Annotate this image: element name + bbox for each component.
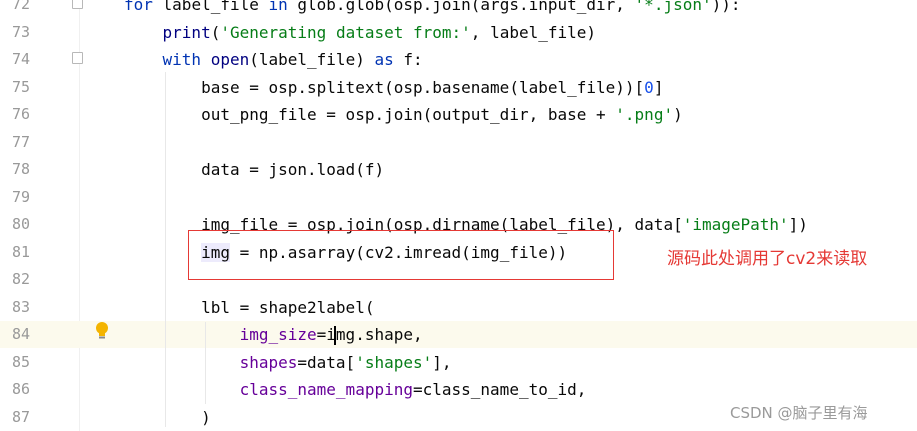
line-number: 76 xyxy=(11,105,30,123)
code-token: glob.glob(osp.join(args.input_dir, xyxy=(287,0,635,14)
line-number: 78 xyxy=(11,160,30,178)
code-token: '*.json' xyxy=(634,0,712,14)
annotation-note: 源码此处调用了cv2来读取 xyxy=(667,249,868,269)
lightbulb-icon[interactable] xyxy=(94,321,110,341)
line-number: 74 xyxy=(11,50,30,68)
fold-marker-icon[interactable] xyxy=(72,0,83,9)
code-token: data = json.load(f) xyxy=(124,160,385,179)
indent-guide xyxy=(205,322,206,404)
line-number: 84 xyxy=(11,325,30,343)
code-line[interactable]: 83 lbl = shape2label( xyxy=(0,294,917,321)
code-text[interactable]: base = osp.splitext(osp.basename(label_f… xyxy=(124,74,663,101)
code-text[interactable]: out_png_file = osp.join(output_dir, base… xyxy=(124,101,683,128)
line-number: 79 xyxy=(11,187,30,206)
code-token: ]) xyxy=(788,215,808,234)
highlight-box xyxy=(188,230,614,280)
code-text[interactable]: shapes=data['shapes'], xyxy=(124,349,452,376)
code-token: out_png_file = osp.join(output_dir, base… xyxy=(124,105,616,124)
code-token: , label_file) xyxy=(470,22,597,42)
code-token: ], xyxy=(432,352,452,372)
code-token: shapes xyxy=(239,352,298,372)
line-number: 72 xyxy=(11,0,30,13)
code-token: =img.shape, xyxy=(316,325,423,344)
code-line[interactable]: 85 shapes=data['shapes'], xyxy=(0,349,917,376)
code-token: 'imagePath' xyxy=(682,215,789,234)
code-token: in xyxy=(268,0,288,14)
code-token: 0 xyxy=(644,77,654,97)
line-number: 81 xyxy=(11,242,30,261)
code-token: )): xyxy=(711,0,741,14)
code-text[interactable]: for label_file in glob.glob(osp.join(arg… xyxy=(124,0,741,18)
line-number: 83 xyxy=(11,297,30,316)
code-line[interactable]: 79 xyxy=(0,184,917,211)
code-token: class_name_mapping xyxy=(239,380,413,399)
watermark: CSDN @脑子里有海 xyxy=(730,404,868,422)
code-line[interactable]: 74 with open(label_file) as f: xyxy=(0,46,917,73)
code-token: base = osp.splitext(osp.basename(label_f… xyxy=(124,77,645,97)
code-token: =class_name_to_id, xyxy=(412,380,587,399)
code-text[interactable]: class_name_mapping=class_name_to_id, xyxy=(124,376,587,403)
line-number: 82 xyxy=(11,270,30,288)
line-number: 80 xyxy=(11,215,30,233)
code-token: ] xyxy=(653,77,664,97)
code-token: '.png' xyxy=(615,105,674,124)
code-line[interactable]: 76 out_png_file = osp.join(output_dir, b… xyxy=(0,101,917,128)
code-token: ) xyxy=(673,105,683,124)
code-line[interactable]: 78 data = json.load(f) xyxy=(0,156,917,183)
line-number: 73 xyxy=(11,22,30,41)
code-token: =data[ xyxy=(297,352,356,372)
code-text[interactable]: print('Generating dataset from:', label_… xyxy=(124,19,597,46)
code-token: img_size xyxy=(239,325,317,344)
code-line[interactable]: 86 class_name_mapping=class_name_to_id, xyxy=(0,376,917,403)
code-line[interactable]: 77 xyxy=(0,129,917,156)
code-token: with xyxy=(162,50,202,69)
line-number: 75 xyxy=(11,77,30,96)
code-editor[interactable]: 72 for label_file in glob.glob(osp.join(a… xyxy=(0,0,917,431)
line-number: 87 xyxy=(11,407,30,426)
code-token: (label_file) xyxy=(249,50,375,69)
code-token: 'shapes' xyxy=(355,352,433,372)
code-text[interactable]: ) xyxy=(124,404,211,431)
line-number: 77 xyxy=(11,132,30,151)
code-token: 'Generating dataset from:' xyxy=(220,22,471,42)
code-token: open xyxy=(210,50,250,69)
code-text[interactable]: lbl = shape2label( xyxy=(124,294,374,321)
code-token: ) xyxy=(124,407,211,427)
line-number: 86 xyxy=(11,380,30,398)
indent-guide xyxy=(165,72,166,427)
code-token: ( xyxy=(210,22,221,42)
code-token: label_file xyxy=(152,0,269,14)
code-token: lbl = shape2label( xyxy=(124,297,375,317)
code-token: as xyxy=(374,50,394,69)
code-line[interactable]: 75 base = osp.splitext(osp.basename(labe… xyxy=(0,74,917,101)
line-number: 85 xyxy=(11,352,30,371)
code-line[interactable]: 84 img_size=img.shape, xyxy=(0,321,917,348)
code-token: print xyxy=(162,22,211,42)
code-token: f: xyxy=(393,50,423,69)
code-line[interactable]: 73 print('Generating dataset from:', lab… xyxy=(0,19,917,46)
code-line[interactable]: 72 for label_file in glob.glob(osp.join(a… xyxy=(0,0,917,18)
code-token: for xyxy=(124,0,153,14)
code-text[interactable]: with open(label_file) as f: xyxy=(124,46,423,73)
text-caret xyxy=(334,326,336,345)
fold-marker-icon[interactable] xyxy=(72,52,83,64)
code-text[interactable]: data = json.load(f) xyxy=(124,156,384,183)
code-text[interactable]: img_size=img.shape, xyxy=(124,321,423,348)
